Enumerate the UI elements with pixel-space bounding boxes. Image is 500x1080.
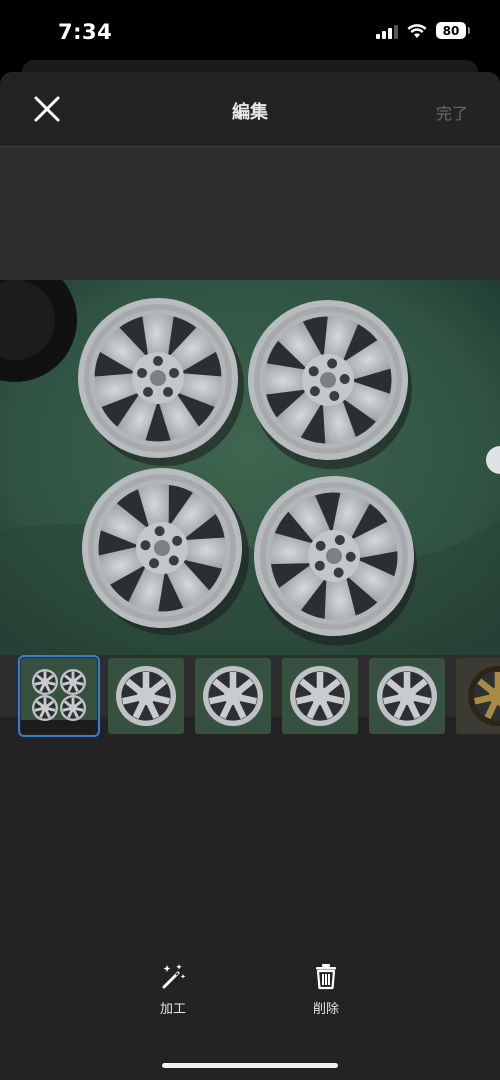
main-photo[interactable]	[0, 280, 500, 655]
page-title: 編集	[232, 102, 268, 123]
edit-button[interactable]: 加工	[133, 962, 213, 1017]
status-icons: 80	[376, 22, 470, 39]
thumbnail-2[interactable]	[108, 658, 184, 734]
thumbnail-5[interactable]	[369, 658, 445, 734]
thumbnail-6[interactable]	[456, 658, 500, 734]
thumbnail-1[interactable]	[18, 655, 100, 737]
status-bar: 7:34 80	[0, 0, 500, 66]
edit-sheet: 編集 完了 加工 削除	[0, 72, 500, 1080]
wifi-icon	[407, 23, 427, 38]
edit-button-label: 加工	[159, 1002, 186, 1017]
cellular-signal-icon	[376, 23, 398, 39]
thumbnail-4[interactable]	[282, 658, 358, 734]
delete-button[interactable]: 削除	[286, 962, 366, 1017]
done-button[interactable]: 完了	[436, 100, 468, 124]
thumbnail-3[interactable]	[195, 658, 271, 734]
status-time: 7:34	[58, 20, 113, 44]
thumbnail-strip	[0, 655, 500, 740]
home-indicator[interactable]	[162, 1063, 338, 1068]
photo-preview-area	[0, 147, 500, 717]
trash-icon	[316, 964, 336, 990]
nav-bar: 編集 完了	[0, 72, 500, 147]
magic-wand-icon	[162, 964, 186, 989]
battery-icon: 80	[436, 22, 470, 39]
delete-button-label: 削除	[312, 1002, 339, 1017]
